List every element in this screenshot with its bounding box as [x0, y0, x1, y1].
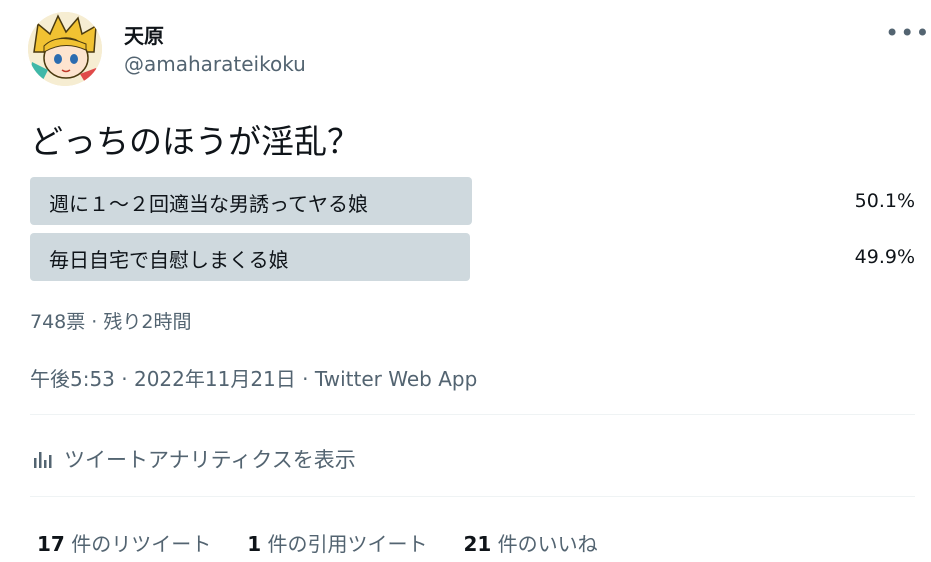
bar-chart-icon [34, 452, 52, 468]
poll-option: 毎日自宅で自慰しまくる娘 49.9% [30, 233, 915, 281]
likes-count: 21 [463, 532, 492, 556]
poll-option-percent: 49.9% [854, 246, 915, 268]
poll-option-percent: 50.1% [854, 190, 915, 212]
tweet-stats: 17 件のリツイート 1 件の引用ツイート 21 件のいいね [37, 528, 634, 557]
retweets-label: 件のリツイート [64, 532, 212, 556]
likes-label: 件のいいね [491, 532, 598, 556]
view-analytics-label: ツイートアナリティクスを表示 [64, 448, 356, 472]
quotes-stat[interactable]: 1 件の引用ツイート [247, 528, 427, 557]
view-analytics-link[interactable]: ツイートアナリティクスを表示 [32, 444, 356, 474]
quotes-label: 件の引用ツイート [261, 532, 428, 556]
tweet-timestamp[interactable]: 午後5:53 · 2022年11月21日 · Twitter Web App [30, 363, 477, 392]
divider [30, 496, 915, 497]
poll-option-label: 毎日自宅で自慰しまくる娘 [49, 248, 289, 272]
more-horizontal-icon[interactable]: ••• [885, 19, 930, 47]
poll-meta: 748票 · 残り2時間 [30, 311, 192, 333]
retweets-count: 17 [37, 532, 65, 556]
user-handle[interactable]: @amaharateikoku [124, 52, 306, 76]
poll-option: 週に１～２回適当な男誘ってヤる娘 50.1% [30, 177, 915, 225]
display-name[interactable]: 天原 [124, 20, 164, 49]
tweet-text: どっちのほうが淫乱？ [30, 122, 360, 161]
quotes-count: 1 [247, 532, 262, 556]
retweets-stat[interactable]: 17 件のリツイート [37, 528, 211, 557]
avatar-illustration [28, 12, 102, 86]
divider [30, 414, 915, 415]
likes-stat[interactable]: 21 件のいいね [463, 528, 597, 557]
poll-option-label: 週に１～２回適当な男誘ってヤる娘 [49, 192, 368, 216]
avatar[interactable] [28, 12, 102, 86]
